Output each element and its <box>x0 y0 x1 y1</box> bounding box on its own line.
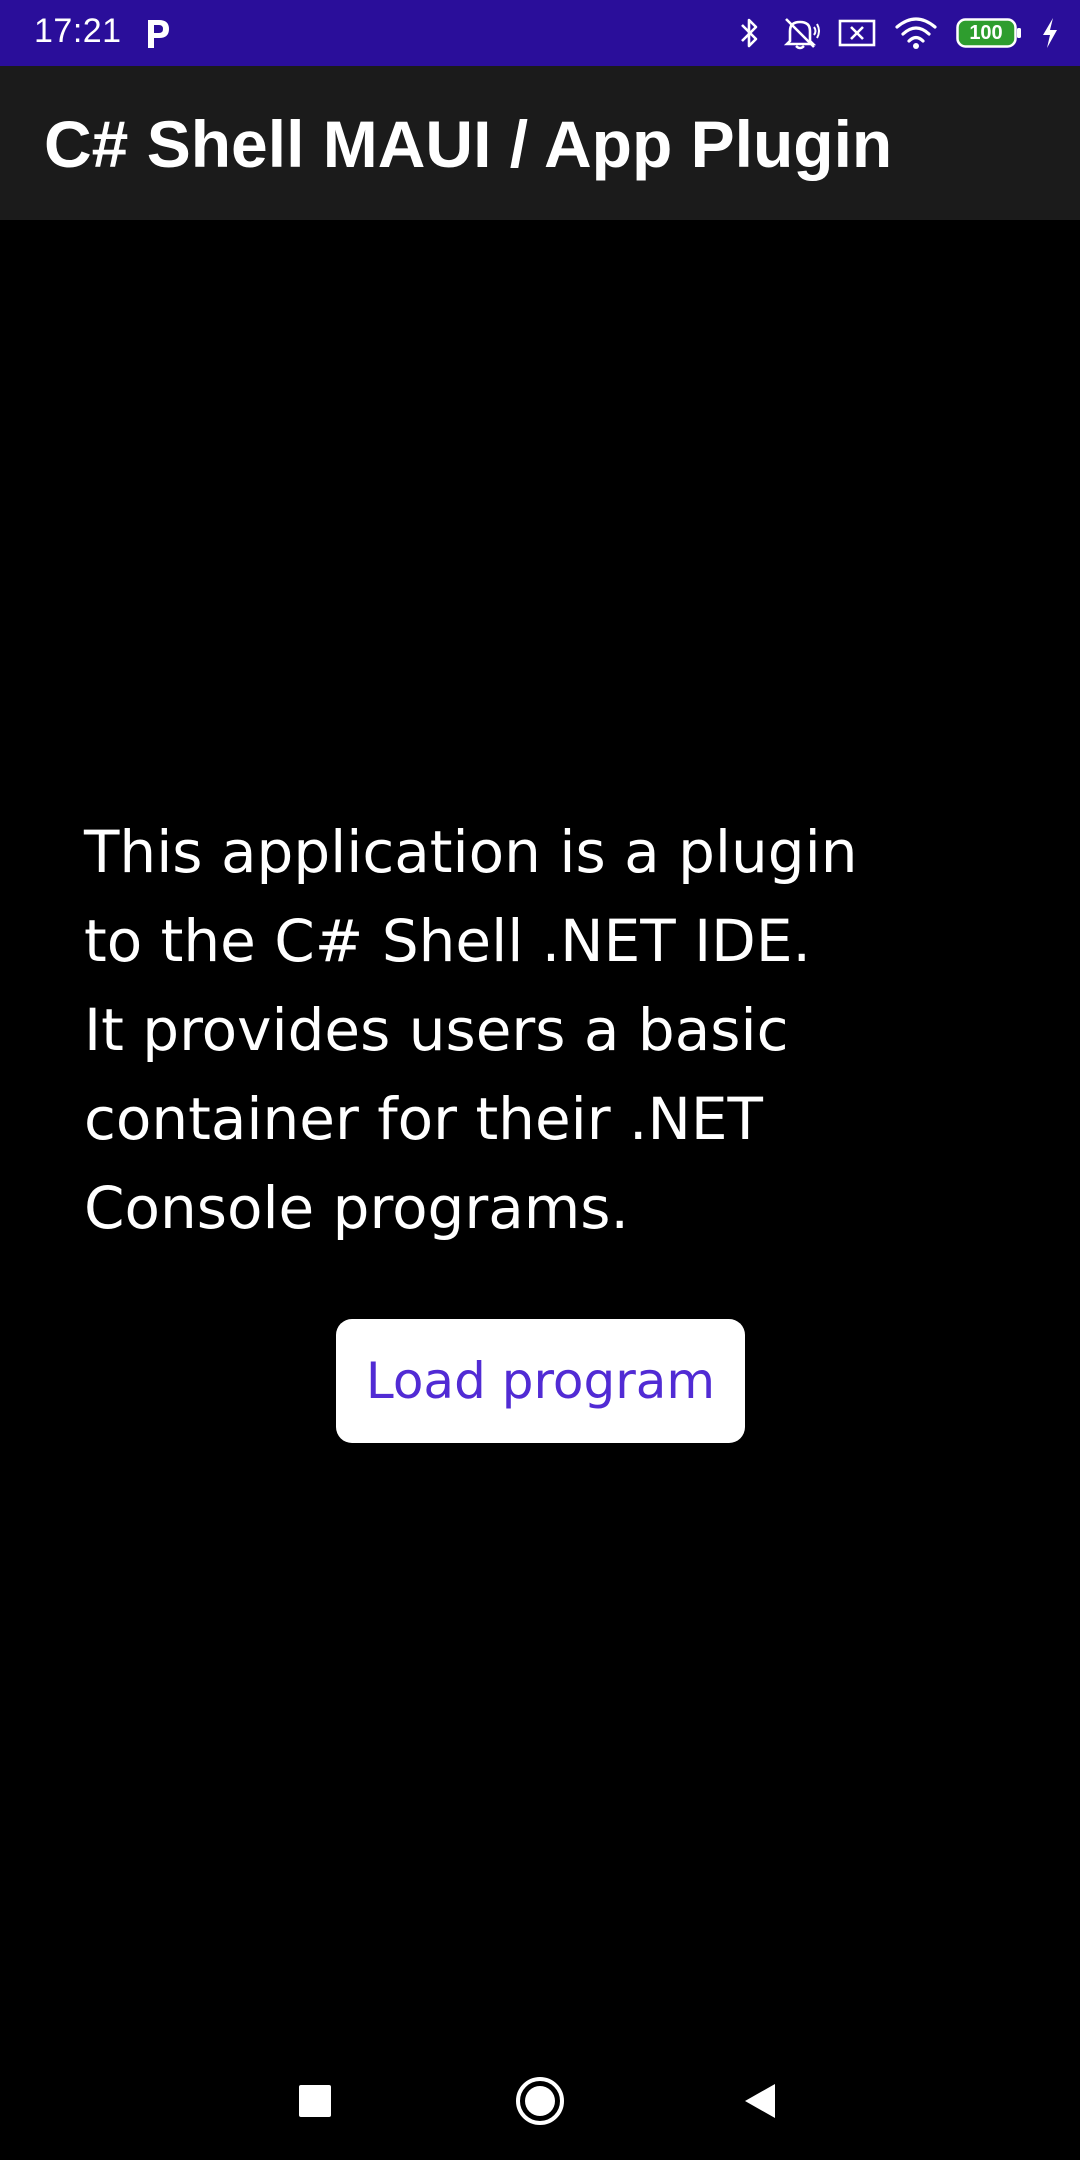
muted-bell-icon <box>780 15 820 51</box>
charging-icon <box>1040 17 1060 49</box>
status-icons: 100 <box>738 12 1060 54</box>
app-screen: 17:21 100 C# Shell MAUI / App Plugin Thi… <box>0 0 1080 2160</box>
load-program-button[interactable]: Load program <box>336 1319 745 1443</box>
description-text: This application is a plugin to the C# S… <box>84 808 964 1253</box>
back-triangle-icon[interactable] <box>725 2066 795 2136</box>
recents-square-icon[interactable] <box>280 2066 350 2136</box>
parking-icon <box>142 14 174 52</box>
wifi-icon <box>894 16 938 50</box>
description-line: It provides users a basic <box>84 996 789 1064</box>
home-circle-icon[interactable] <box>505 2066 575 2136</box>
description-line: container for their .NET <box>84 1085 763 1153</box>
description-line: Console programs. <box>84 1174 629 1242</box>
navigation-bar <box>0 2040 1080 2160</box>
app-title: C# Shell MAUI / App Plugin <box>44 107 893 181</box>
description-line: to the C# Shell .NET IDE. <box>84 907 811 975</box>
bluetooth-icon <box>738 15 762 51</box>
battery-icon: 100 <box>956 18 1022 48</box>
description-line: This application is a plugin <box>84 818 858 886</box>
battery-level: 100 <box>969 22 1003 44</box>
status-bar: 17:21 100 <box>0 0 1080 66</box>
status-time: 17:21 <box>34 12 122 50</box>
app-bar: C# Shell MAUI / App Plugin <box>0 66 1080 220</box>
close-box-icon <box>838 18 876 48</box>
